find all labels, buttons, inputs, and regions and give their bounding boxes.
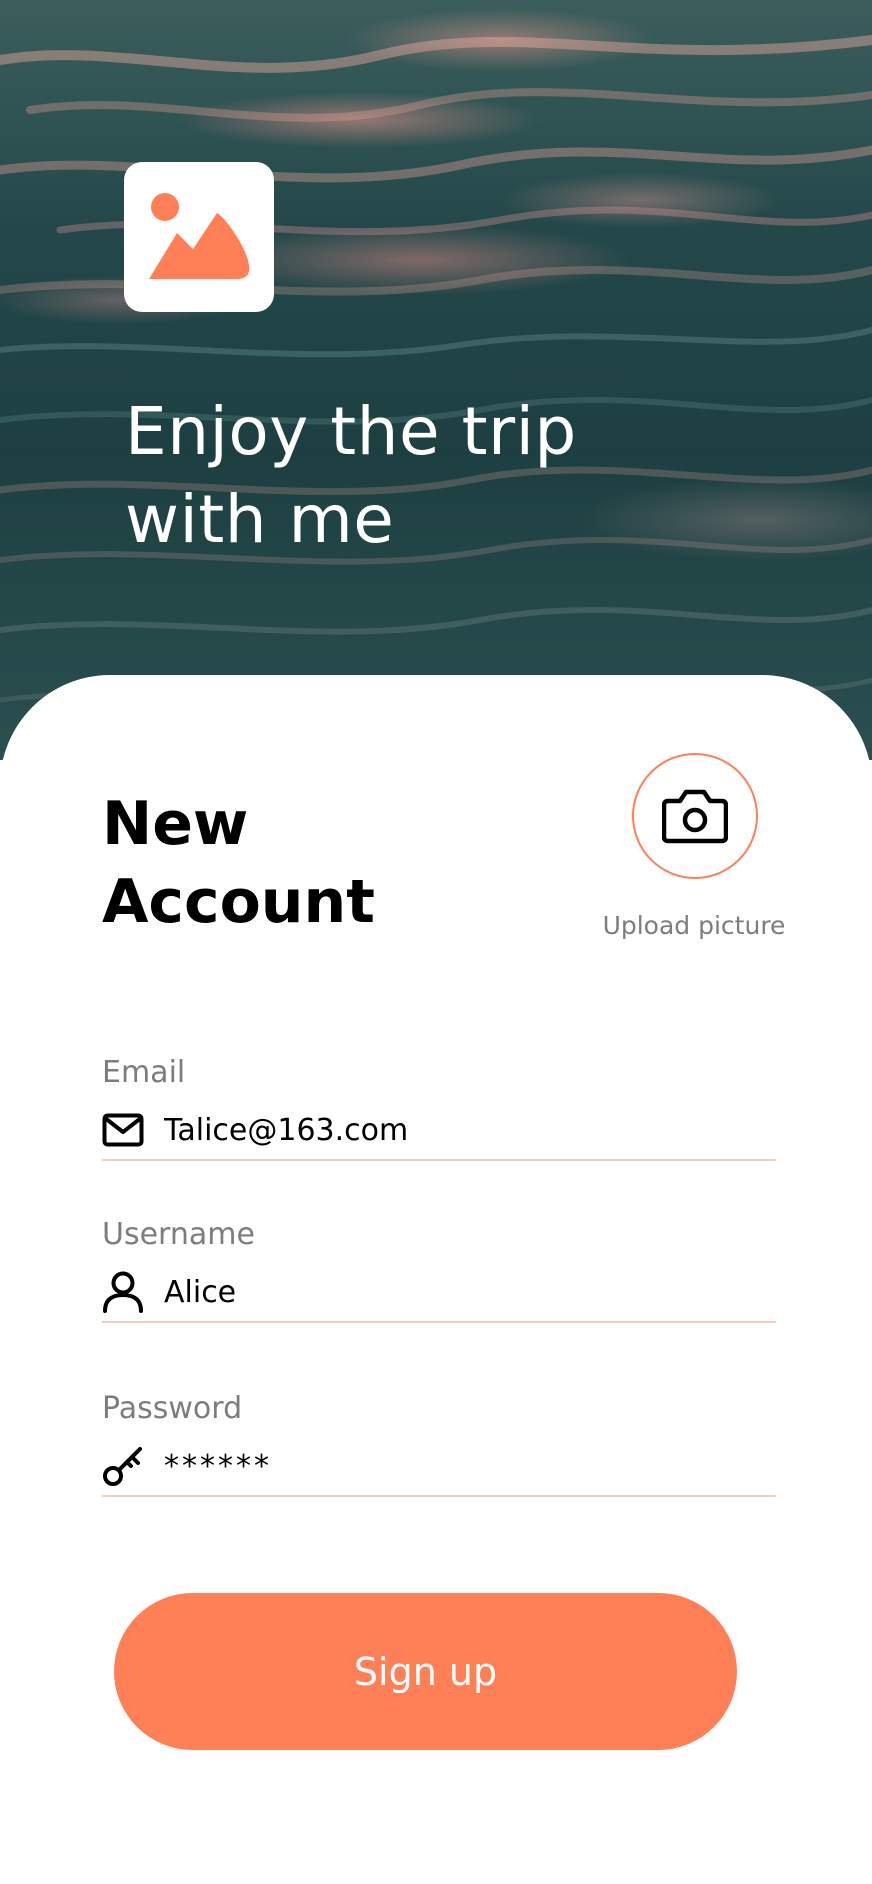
hero-background: Enjoy the trip with me xyxy=(0,0,872,760)
email-input[interactable] xyxy=(164,1108,776,1152)
email-row xyxy=(102,1101,776,1161)
image-icon xyxy=(149,193,250,279)
upload-picture-button[interactable] xyxy=(632,753,758,879)
upload-picture-label: Upload picture xyxy=(602,911,786,940)
hero-title: Enjoy the trip with me xyxy=(125,388,685,564)
password-label: Password xyxy=(102,1391,243,1426)
password-row xyxy=(102,1437,776,1497)
mail-icon xyxy=(102,1109,144,1151)
page-title-line-2: Account xyxy=(102,867,375,937)
username-label: Username xyxy=(102,1217,255,1252)
page-title-line-1: New xyxy=(102,789,249,859)
user-icon xyxy=(102,1271,144,1313)
ocean-waves xyxy=(0,35,872,705)
email-label: Email xyxy=(102,1055,186,1090)
hero-title-line-1: Enjoy the trip xyxy=(125,393,577,470)
password-input[interactable] xyxy=(164,1444,776,1488)
password-field-group: Password xyxy=(102,1391,776,1497)
hero-title-line-2: with me xyxy=(125,481,395,558)
key-icon xyxy=(102,1445,144,1487)
username-field-group: Username xyxy=(102,1217,776,1323)
page-title: New Account xyxy=(102,785,462,941)
camera-icon xyxy=(662,789,728,844)
signup-card: New Account Upload picture Email Usernam… xyxy=(0,675,872,1884)
username-row xyxy=(102,1263,776,1323)
sign-up-button[interactable]: Sign up xyxy=(114,1593,737,1750)
app-logo xyxy=(124,162,274,312)
username-input[interactable] xyxy=(164,1270,776,1314)
email-field-group: Email xyxy=(102,1055,776,1161)
